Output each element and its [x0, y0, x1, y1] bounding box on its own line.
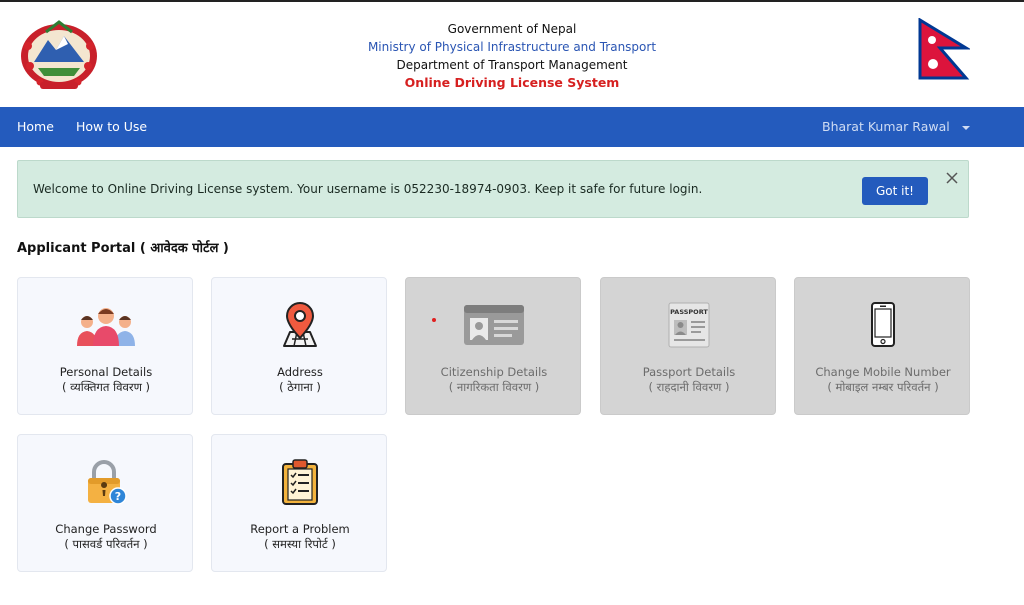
- card-title: Address: [277, 365, 323, 379]
- card-subtitle: ( राहदानी विवरण ): [648, 380, 730, 394]
- got-it-button[interactable]: Got it!: [862, 177, 928, 205]
- card-change-mobile-number[interactable]: Change Mobile Number ( मोबाइल नम्बर परिव…: [794, 277, 970, 415]
- nav-how-to-use-link[interactable]: How to Use: [76, 119, 147, 134]
- card-personal-details[interactable]: Personal Details ( व्यक्तिगत विवरण ): [17, 277, 193, 415]
- close-icon[interactable]: [944, 170, 960, 186]
- nav-home-link[interactable]: Home: [17, 119, 54, 134]
- card-subtitle: ( व्यक्तिगत विवरण ): [61, 380, 151, 394]
- ministry-title: Ministry of Physical Infrastructure and …: [367, 40, 657, 54]
- caret-down-icon[interactable]: [962, 126, 970, 130]
- location-pin-icon: [283, 302, 317, 347]
- alert-message: Welcome to Online Driving License system…: [33, 182, 703, 196]
- system-title: Online Driving License System: [404, 75, 620, 90]
- header-titles: Government of Nepal Ministry of Physical…: [0, 20, 1024, 92]
- card-subtitle: ( मोबाइल नम्बर परिवर्तन ): [827, 380, 939, 394]
- card-title: Citizenship Details: [440, 365, 548, 379]
- government-title: Government of Nepal: [447, 22, 577, 36]
- card-passport-details[interactable]: PASSPORT Passport Details ( राहदानी विवर…: [600, 277, 776, 415]
- card-title: Passport Details: [642, 365, 736, 379]
- nepal-flag-icon: [918, 18, 970, 80]
- card-subtitle: ( समस्या रिपोर्ट ): [264, 537, 336, 551]
- card-title: Change Password: [55, 522, 157, 536]
- main-navbar: Home How to Use Bharat Kumar Rawal: [0, 107, 1024, 147]
- family-icon: [77, 308, 135, 346]
- card-report-a-problem[interactable]: Report a Problem ( समस्या रिपोर्ट ): [211, 434, 387, 572]
- lock-question-icon: ?: [88, 460, 127, 505]
- card-address[interactable]: Address ( ठेगाना ): [211, 277, 387, 415]
- id-card-icon: [464, 305, 524, 345]
- svg-text:PASSPORT: PASSPORT: [670, 308, 708, 316]
- card-subtitle: ( ठेगाना ): [279, 380, 321, 394]
- department-title: Department of Transport Management: [396, 58, 628, 72]
- card-title: Change Mobile Number: [815, 365, 951, 379]
- card-citizenship-details[interactable]: Citizenship Details ( नागरिकता विवरण ): [405, 277, 581, 415]
- mobile-phone-icon: [871, 302, 895, 347]
- user-menu-toggle[interactable]: Bharat Kumar Rawal: [822, 119, 950, 134]
- svg-text:?: ?: [115, 490, 121, 503]
- clipboard-checklist-icon: [282, 459, 318, 505]
- card-subtitle: ( नागरिकता विवरण ): [448, 380, 540, 394]
- card-change-password[interactable]: ? Change Password ( पासवर्ड परिवर्तन ): [17, 434, 193, 572]
- welcome-alert: Welcome to Online Driving License system…: [17, 160, 969, 218]
- card-title: Report a Problem: [250, 522, 350, 536]
- portal-title: Applicant Portal ( आवेदक पोर्टल ): [17, 241, 229, 256]
- card-subtitle: ( पासवर्ड परिवर्तन ): [64, 537, 148, 551]
- card-title: Personal Details: [59, 365, 153, 379]
- site-header: Government of Nepal Ministry of Physical…: [0, 0, 1024, 107]
- passport-icon: PASSPORT: [668, 302, 710, 348]
